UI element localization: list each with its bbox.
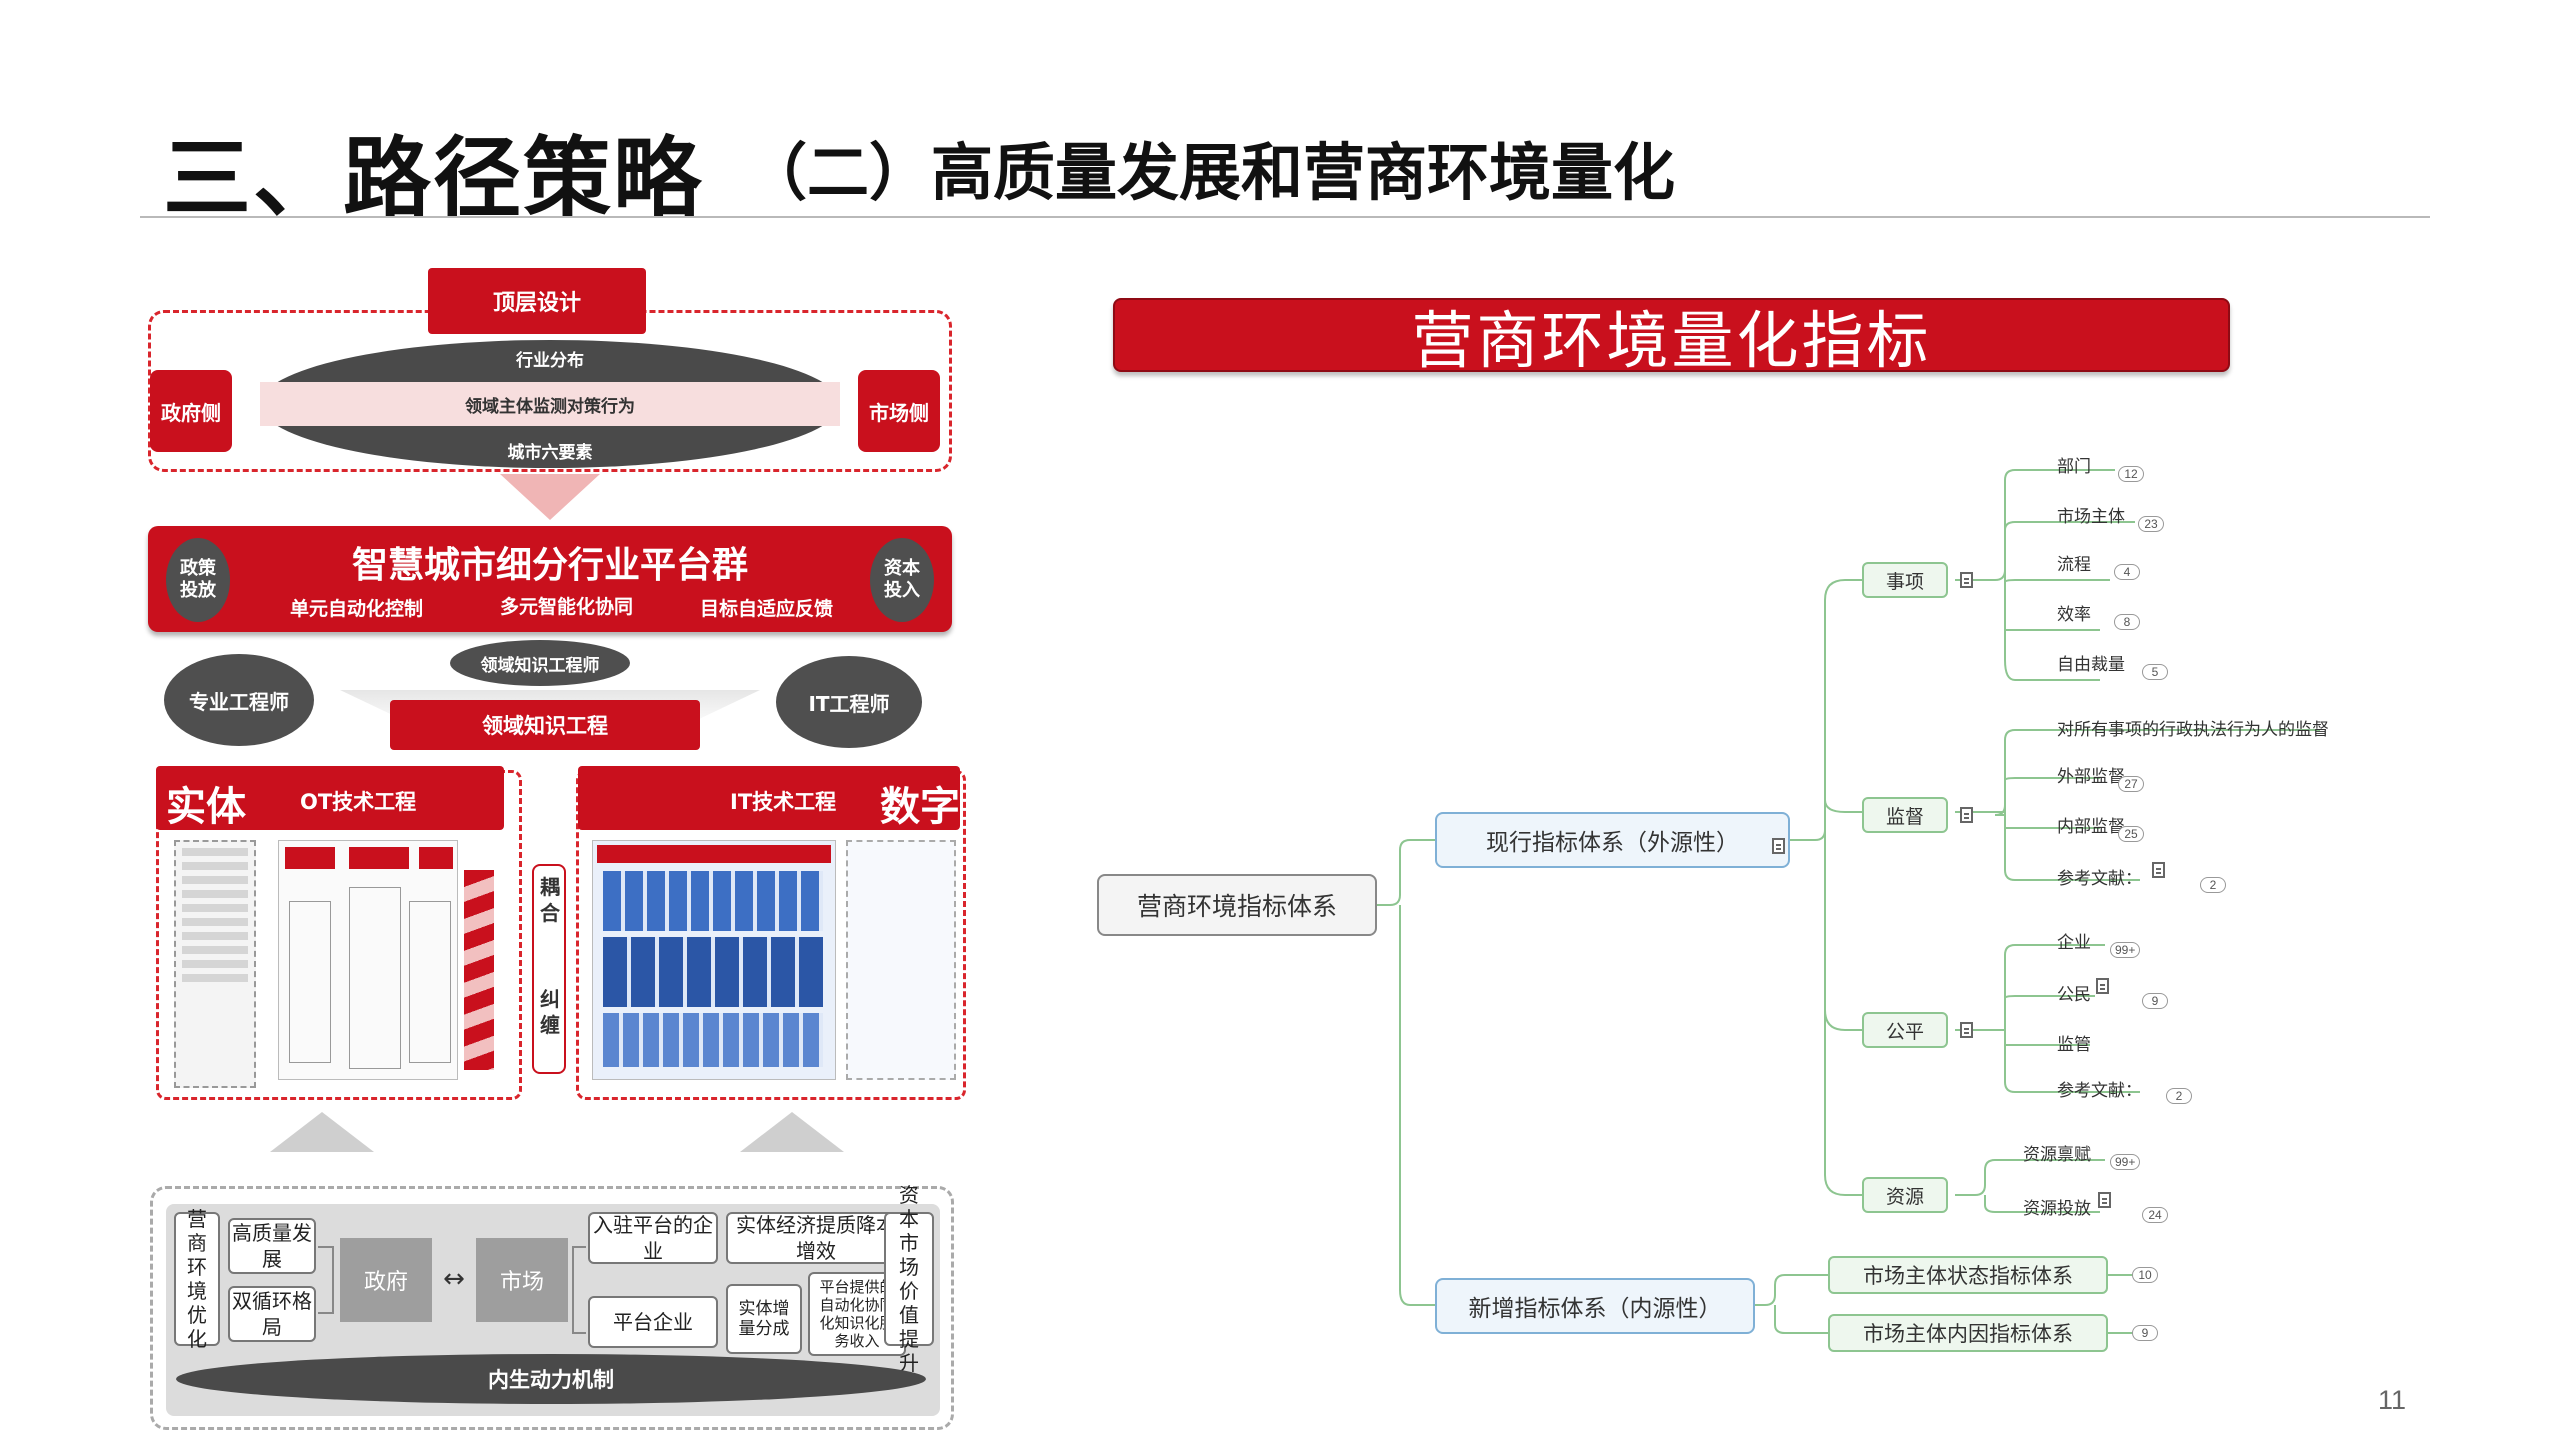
badge-references-supervision: 2 (2200, 877, 2226, 893)
leaf-department: 部门 (2057, 457, 2091, 477)
badge-enterprise: 99+ (2110, 942, 2141, 958)
group-label-fairness: 公平 (1885, 1020, 1924, 1043)
leaf-references-supervision: 参考文献： (2057, 869, 2142, 889)
new-item-node-state[interactable]: 市场主体状态指标体系 (1828, 1256, 2108, 1294)
leaf-process: 流程 (2057, 555, 2091, 575)
root-node[interactable]: 营商环境指标体系 (1097, 874, 1377, 936)
note-icon[interactable] (2152, 862, 2165, 878)
badge-resource-allocation: 24 (2142, 1207, 2168, 1223)
group-label-supervision: 监督 (1885, 805, 1924, 828)
badge-internal-supervision: 25 (2118, 826, 2144, 842)
leaf-market-entity: 市场主体 (2057, 507, 2125, 527)
leaf-references-fairness: 参考文献： (2057, 1081, 2142, 1101)
badge-discretion: 5 (2142, 664, 2168, 680)
note-icon[interactable] (2096, 978, 2109, 994)
note-icon[interactable] (2098, 1192, 2111, 1208)
group-node-fairness[interactable]: 公平 (1862, 1012, 1948, 1048)
new-item-node-internal[interactable]: 市场主体内因指标体系 (1828, 1314, 2108, 1352)
leaf-resource-endowment: 资源禀赋 (2023, 1145, 2091, 1165)
existing-system-node[interactable]: 现行指标体系（外源性） (1435, 812, 1790, 868)
new-system-label: 新增指标体系（内源性） (1468, 1296, 1722, 1322)
leaf-all-matters-supervision: 对所有事项的行政执法行为人的监督 (2057, 720, 2329, 740)
badge-process: 4 (2114, 564, 2140, 580)
badge-new-item-state: 10 (2132, 1267, 2158, 1283)
new-item-label-state: 市场主体状态指标体系 (1863, 1264, 2073, 1288)
leaf-external-supervision: 外部监督 (2057, 767, 2125, 787)
existing-system-label: 现行指标体系（外源性） (1486, 830, 1739, 856)
leaf-efficiency: 效率 (2057, 605, 2091, 625)
badge-citizen: 9 (2142, 993, 2168, 1009)
badge-efficiency: 8 (2114, 614, 2140, 630)
leaf-resource-allocation: 资源投放 (2023, 1199, 2091, 1219)
leaf-enterprise: 企业 (2057, 933, 2091, 953)
group-node-resources[interactable]: 资源 (1862, 1177, 1948, 1213)
leaf-citizen: 公民 (2057, 985, 2091, 1005)
leaf-discretion: 自由裁量 (2057, 655, 2125, 675)
group-label-resources: 资源 (1885, 1185, 1924, 1208)
group-node-matters[interactable]: 事项 (1862, 562, 1948, 598)
note-icon[interactable] (1772, 838, 1785, 854)
group-label-matters: 事项 (1885, 570, 1924, 593)
badge-new-item-internal: 9 (2132, 1325, 2158, 1341)
badge-external-supervision: 27 (2118, 776, 2144, 792)
new-item-label-internal: 市场主体内因指标体系 (1863, 1322, 2073, 1346)
note-icon[interactable] (1960, 572, 1973, 588)
badge-market-entity: 23 (2138, 516, 2164, 532)
leaf-regulation: 监管 (2057, 1035, 2091, 1055)
note-icon[interactable] (1960, 1022, 1973, 1038)
leaf-internal-supervision: 内部监督 (2057, 817, 2125, 837)
note-icon[interactable] (1960, 807, 1973, 823)
badge-department: 12 (2118, 466, 2144, 482)
page-number: 11 (2378, 1385, 2407, 1415)
badge-references-fairness: 2 (2166, 1088, 2192, 1104)
badge-resource-endowment: 99+ (2110, 1154, 2141, 1170)
new-system-node[interactable]: 新增指标体系（内源性） (1435, 1278, 1755, 1334)
group-node-supervision[interactable]: 监督 (1862, 797, 1948, 833)
root-node-label: 营商环境指标体系 (1136, 892, 1337, 921)
